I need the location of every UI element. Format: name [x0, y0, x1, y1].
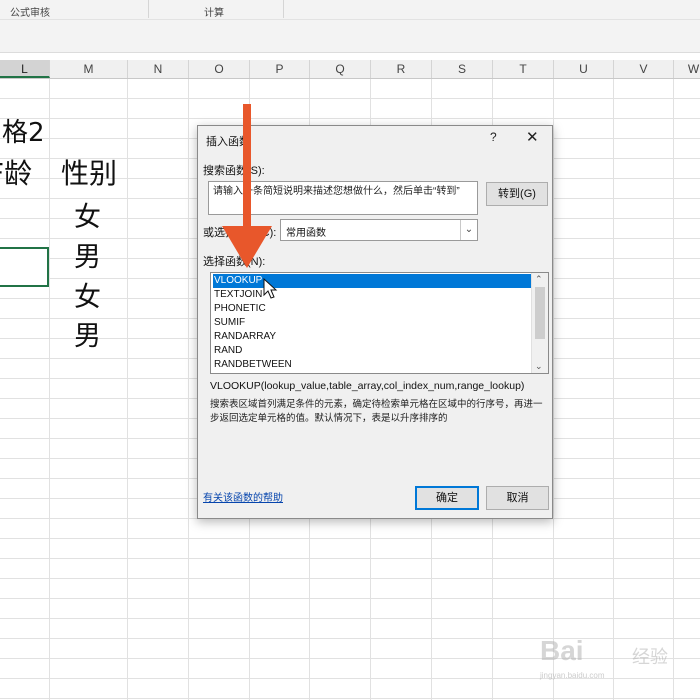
watermark-logo-text: Bai — [540, 635, 584, 666]
watermark-jingyan-text: 经验 — [632, 647, 668, 667]
annotation-arrow — [222, 104, 272, 268]
mouse-cursor-icon — [263, 277, 278, 299]
annotation-overlay — [222, 104, 278, 299]
baidu-watermark: Bai 经验 jingyan.baidu.com — [540, 633, 680, 680]
watermark-url: jingyan.baidu.com — [540, 671, 605, 680]
